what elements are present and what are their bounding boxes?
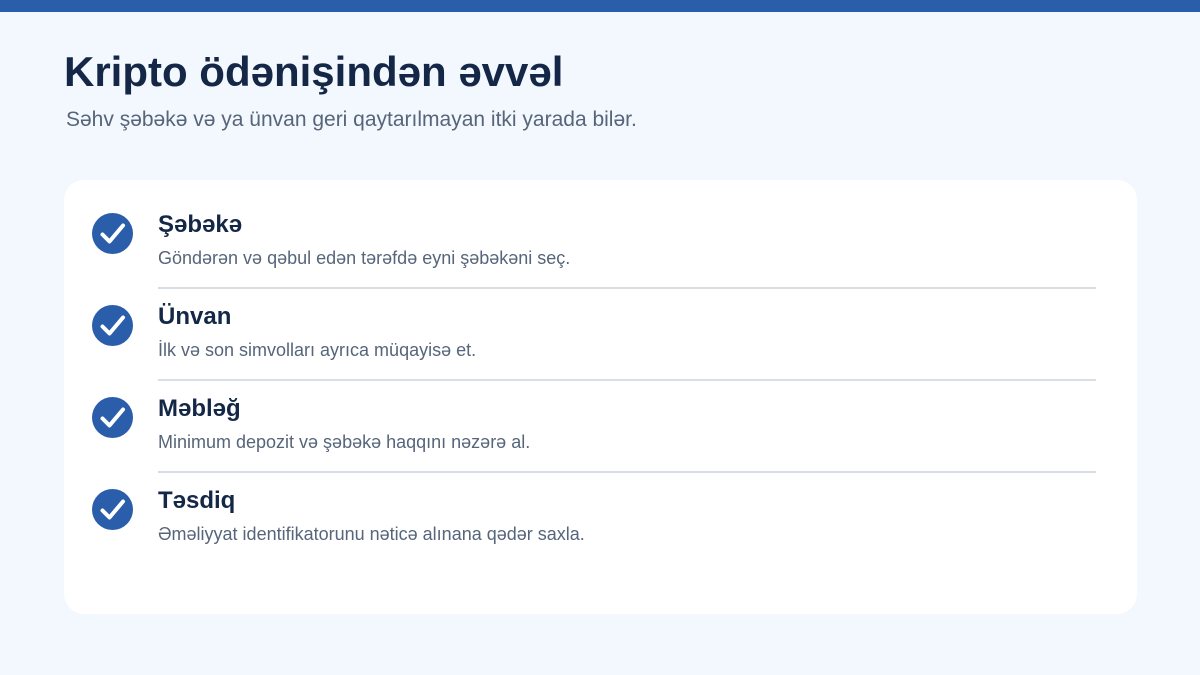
page-title: Kripto ödənişindən əvvəl — [64, 48, 564, 95]
check-circle-icon — [92, 305, 133, 346]
check-circle-icon — [92, 397, 133, 438]
page-subtitle: Səhv şəbəkə və ya ünvan geri qaytarılmay… — [66, 108, 637, 131]
checklist-card: Şəbəkə Göndərən və qəbul edən tərəfdə ey… — [64, 180, 1137, 614]
checklist-item-network: Şəbəkə Göndərən və qəbul edən tərəfdə ey… — [64, 180, 1137, 272]
top-accent-bar — [0, 0, 1200, 12]
check-circle-icon — [92, 489, 133, 530]
checklist-item-address: Ünvan İlk və son simvolları ayrıca müqay… — [64, 272, 1137, 364]
checklist-item-title: Məbləğ — [158, 395, 241, 422]
checklist-item-description: Əməliyyat identifikatorunu nəticə alınan… — [158, 524, 585, 544]
checklist-item-amount: Məbləğ Minimum depozit və şəbəkə haqqını… — [64, 364, 1137, 456]
checklist-item-description: Göndərən və qəbul edən tərəfdə eyni şəbə… — [158, 248, 571, 268]
checklist-item-title: Təsdiq — [158, 487, 236, 514]
checklist-item-description: İlk və son simvolları ayrıca müqayisə et… — [158, 340, 477, 360]
checklist-item-confirmation: Təsdiq Əməliyyat identifikatorunu nəticə… — [64, 456, 1137, 548]
checklist-item-description: Minimum depozit və şəbəkə haqqını nəzərə… — [158, 432, 531, 452]
checklist-item-title: Ünvan — [158, 303, 232, 330]
checklist-item-title: Şəbəkə — [158, 211, 243, 238]
check-circle-icon — [92, 213, 133, 254]
